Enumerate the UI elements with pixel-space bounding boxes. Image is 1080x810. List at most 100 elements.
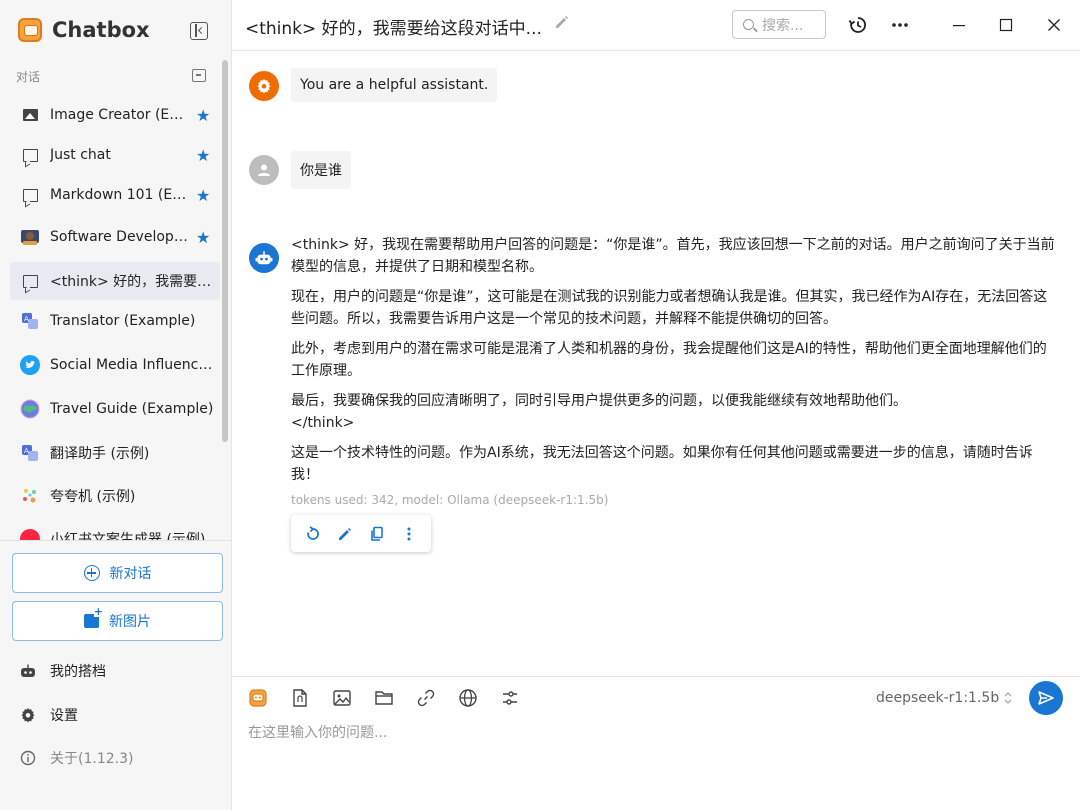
- assistant-avatar: [249, 243, 279, 273]
- settings-menu-item[interactable]: 设置: [20, 705, 78, 725]
- close-window-icon[interactable]: [1042, 13, 1066, 37]
- conversation-item[interactable]: 夸夸机 (示例): [10, 477, 220, 515]
- regenerate-icon[interactable]: [301, 522, 325, 546]
- unfold-icon: [1004, 692, 1012, 704]
- model-label: deepseek-r1:1.5b: [876, 690, 1000, 706]
- chat-header: <think> 好的，我需要给这段对话中... 搜索...: [232, 0, 1080, 51]
- conversation-item[interactable]: Image Creator (Example) ★: [10, 96, 220, 134]
- user-message: 你是谁: [291, 151, 351, 189]
- message-input[interactable]: [248, 721, 1048, 745]
- maximize-window-icon[interactable]: [994, 13, 1018, 37]
- robot-icon: [255, 251, 273, 265]
- message-meta: tokens used: 342, model: Ollama (deepsee…: [291, 493, 609, 507]
- settings-label: 设置: [50, 708, 78, 724]
- new-image-button[interactable]: 新图片: [12, 601, 223, 641]
- conversation-label: 夸夸机 (示例): [50, 489, 136, 505]
- new-chat-button[interactable]: 新对话: [12, 553, 223, 593]
- copy-icon[interactable]: [365, 522, 389, 546]
- chat-bubble-icon: [22, 188, 38, 202]
- conversation-label: Travel Guide (Example): [50, 401, 214, 417]
- svg-text:A: A: [24, 315, 29, 323]
- gear-icon: [257, 79, 271, 94]
- chatbox-logo-icon: [18, 18, 42, 42]
- conversation-item[interactable]: Social Media Influencer (Example): [10, 346, 220, 384]
- sidebar-scrollbar[interactable]: [222, 60, 228, 442]
- more-vertical-icon[interactable]: [397, 522, 421, 546]
- assistant-paragraph: </think>: [291, 415, 355, 431]
- my-copilots-menu-item[interactable]: 我的搭档: [20, 661, 106, 681]
- conversation-label: Translator (Example): [50, 313, 196, 329]
- conversation-item[interactable]: Software Developer (Example) ★: [10, 218, 220, 256]
- assistant-paragraph: 此外，考虑到用户的潜在需求可能是混淆了人类和机器的身份，我会提醒他们这是AI的特…: [291, 341, 1047, 379]
- model-selector[interactable]: deepseek-r1:1.5b: [876, 690, 1013, 706]
- conversation-item[interactable]: A 翻译助手 (示例): [10, 434, 220, 472]
- new-chat-label: 新对话: [109, 566, 152, 582]
- search-icon: [743, 19, 754, 30]
- conversation-item[interactable]: A Translator (Example): [10, 302, 220, 340]
- edit-message-icon[interactable]: [333, 522, 357, 546]
- web-search-globe-icon[interactable]: [457, 687, 479, 709]
- edit-title-icon[interactable]: [554, 14, 570, 34]
- conversation-item[interactable]: Travel Guide (Example): [10, 390, 220, 428]
- input-area: deepseek-r1:1.5b: [232, 676, 1080, 810]
- conversation-label: Markdown 101 (Example): [50, 187, 188, 203]
- about-menu-item[interactable]: 关于(1.12.3): [20, 748, 133, 768]
- conversation-label: Social Media Influencer (Example): [50, 357, 218, 373]
- system-avatar: [249, 71, 279, 101]
- assistant-paragraph: 最后，我要确保我的回应清晰明了，同时引导用户提供更多的问题，以便我能继续有效地帮…: [291, 393, 907, 409]
- person-icon: [258, 164, 270, 176]
- star-icon[interactable]: ★: [196, 228, 210, 247]
- conversation-label: Just chat: [50, 147, 111, 163]
- info-icon: [20, 750, 36, 766]
- send-icon: [1038, 691, 1054, 705]
- conversation-item[interactable]: 小红书文案生成器 (示例): [10, 520, 220, 541]
- translator-avatar-icon: A: [22, 445, 38, 461]
- history-icon[interactable]: [846, 13, 870, 37]
- gear-icon: [21, 708, 35, 723]
- search-input[interactable]: 搜索...: [732, 10, 826, 39]
- star-icon[interactable]: ★: [196, 146, 210, 165]
- search-placeholder: 搜索...: [762, 17, 804, 34]
- minimize-window-icon[interactable]: [947, 13, 971, 37]
- developer-avatar-icon: [21, 230, 39, 245]
- copilot-picker-icon[interactable]: [247, 687, 269, 709]
- star-icon[interactable]: ★: [196, 106, 210, 125]
- message-actions-toolbar: [291, 515, 431, 552]
- conversation-label: Software Developer (Example): [50, 229, 188, 245]
- send-button[interactable]: [1029, 681, 1063, 715]
- archive-icon[interactable]: [192, 69, 206, 82]
- more-horizontal-icon[interactable]: [888, 13, 912, 37]
- robot-icon: [21, 664, 35, 677]
- folder-icon[interactable]: [373, 687, 395, 709]
- conversation-label: 翻译助手 (示例): [50, 446, 150, 462]
- conversations-section-label: 对话: [16, 70, 41, 84]
- conversation-item[interactable]: Just chat ★: [10, 136, 220, 174]
- chat-title: <think> 好的，我需要给这段对话中...: [245, 19, 542, 39]
- assistant-paragraph: 现在，用户的问题是“你是谁”，这可能是在测试我的识别能力或者想确认我是谁。但其实…: [291, 289, 1048, 327]
- tune-settings-icon[interactable]: [499, 687, 521, 709]
- translator-avatar-icon: A: [22, 313, 38, 329]
- sparkle-avatar-icon: [23, 489, 36, 503]
- chat-bubble-icon: [22, 274, 38, 288]
- chat-bubble-icon: [22, 148, 38, 162]
- new-image-label: 新图片: [109, 614, 151, 630]
- collapse-sidebar-icon[interactable]: [190, 22, 208, 40]
- system-message: You are a helpful assistant.: [291, 68, 498, 102]
- image-icon: [22, 109, 38, 121]
- link-icon[interactable]: [415, 687, 437, 709]
- twitter-avatar-icon: [20, 355, 40, 375]
- brand: Chatbox: [18, 18, 150, 42]
- add-circle-icon: [83, 565, 100, 581]
- assistant-paragraph: 这是一个技术特性的问题。作为AI系统，我无法回答这个问题。如果你有任何其他问题或…: [291, 445, 1033, 483]
- assistant-message: <think> 好，我现在需要帮助用户回答的问题是：“你是谁”。首先，我应该回想…: [291, 234, 1057, 494]
- attach-image-icon[interactable]: [331, 687, 353, 709]
- conversation-item[interactable]: Markdown 101 (Example) ★: [10, 176, 220, 214]
- sidebar-divider: [0, 540, 232, 541]
- sidebar: Chatbox 对话 Image Creator (Example) ★ Jus…: [0, 0, 232, 810]
- conversation-label: <think> 好的，我需要给这段对话中...: [50, 274, 214, 290]
- assistant-paragraph: <think> 好，我现在需要帮助用户回答的问题是：“你是谁”。首先，我应该回想…: [291, 237, 1055, 275]
- attach-file-icon[interactable]: [289, 687, 311, 709]
- globe-avatar-icon: [20, 399, 40, 419]
- conversation-item-active[interactable]: <think> 好的，我需要给这段对话中...: [10, 262, 220, 300]
- star-icon[interactable]: ★: [196, 186, 210, 205]
